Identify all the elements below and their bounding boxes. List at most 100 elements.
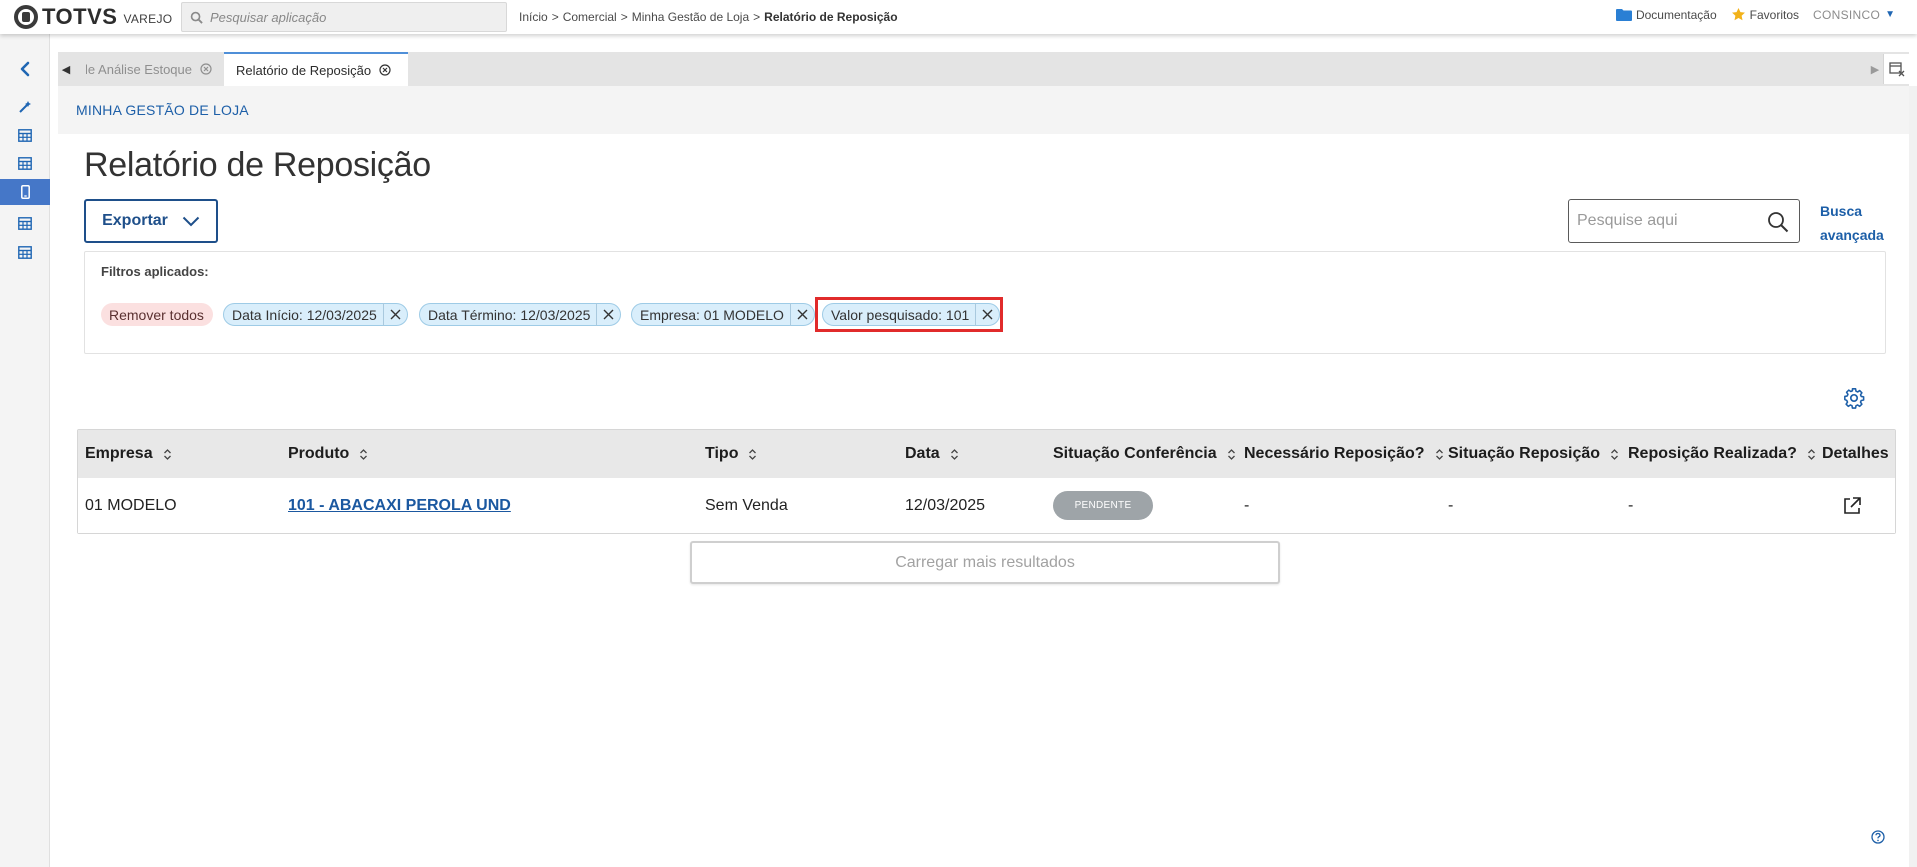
table-settings-button[interactable] bbox=[1843, 387, 1865, 414]
filter-chip-label: Data Início: 12/03/2025 bbox=[232, 306, 377, 323]
folder-icon bbox=[1615, 9, 1632, 21]
breadcrumb-separator: > bbox=[551, 10, 559, 24]
sidebar-item-table-3[interactable] bbox=[0, 210, 50, 236]
filter-chip-label: Empresa: 01 MODELO bbox=[640, 306, 784, 323]
tab-close-icon[interactable] bbox=[200, 63, 212, 75]
app-search[interactable] bbox=[181, 2, 507, 32]
status-badge: PENDENTE bbox=[1053, 491, 1153, 520]
left-sidebar bbox=[0, 34, 50, 867]
close-icon[interactable] bbox=[382, 303, 407, 326]
sidebar-item-mobile[interactable] bbox=[0, 179, 50, 205]
search-icon[interactable] bbox=[1767, 211, 1789, 238]
product-link[interactable]: 101 - ABACAXI PEROLA UND bbox=[288, 497, 511, 515]
cell-situacao-conferencia: PENDENTE bbox=[1053, 478, 1153, 533]
filters-label: Filtros aplicados: bbox=[101, 264, 209, 279]
collapse-sidebar-button[interactable] bbox=[0, 56, 50, 82]
totvs-logo[interactable]: TOTVS VAREJO bbox=[14, 4, 173, 29]
chevron-left-icon bbox=[20, 61, 30, 77]
favorites-link[interactable]: Favoritos bbox=[1731, 7, 1799, 22]
column-header-label: Tipo bbox=[705, 445, 739, 462]
table-icon bbox=[18, 245, 32, 259]
table-icon bbox=[18, 216, 32, 230]
column-header-label: Empresa bbox=[85, 445, 153, 462]
column-header-produto[interactable]: Produto bbox=[288, 430, 368, 478]
cell-situacao-reposicao: - bbox=[1448, 496, 1454, 514]
chevron-down-icon bbox=[182, 216, 200, 226]
load-more-button[interactable]: Carregar mais resultados bbox=[690, 541, 1280, 584]
column-header-label: Necessário Reposição? bbox=[1244, 445, 1425, 462]
table-icon bbox=[18, 128, 32, 142]
details-button[interactable] bbox=[1842, 478, 1862, 533]
column-header-necessario-reposicao[interactable]: Necessário Reposição? bbox=[1244, 430, 1444, 478]
documentation-label: Documentação bbox=[1635, 7, 1717, 22]
totvs-logo-icon bbox=[14, 5, 38, 29]
user-name: CONSINCO bbox=[1813, 7, 1881, 22]
sidebar-item-table-1[interactable] bbox=[0, 122, 50, 148]
section-header-label: MINHA GESTÃO DE LOJA bbox=[76, 102, 249, 118]
content-area: MINHA GESTÃO DE LOJA Relatório de Reposi… bbox=[58, 86, 1909, 867]
tabs-scroll-right-button[interactable]: ▶ bbox=[1867, 52, 1883, 86]
help-button[interactable] bbox=[1871, 830, 1885, 849]
table-row: 01 MODELO 101 - ABACAXI PEROLA UND Sem V… bbox=[78, 478, 1895, 533]
sidebar-item-table-2[interactable] bbox=[0, 150, 50, 176]
remove-all-filters-chip[interactable]: Remover todos bbox=[101, 303, 213, 326]
search-input[interactable] bbox=[1577, 212, 1757, 230]
table-header: Empresa Produto Tipo Data Situação Confe… bbox=[78, 430, 1895, 478]
sidebar-item-table-4[interactable] bbox=[0, 239, 50, 265]
breadcrumb-current: Relatório de Reposição bbox=[764, 10, 898, 24]
column-header-label: Situação Conferência bbox=[1053, 445, 1217, 462]
filter-chip-label: Data Término: 12/03/2025 bbox=[428, 306, 591, 323]
cell-produto: 101 - ABACAXI PEROLA UND bbox=[288, 478, 511, 533]
export-dropdown-button[interactable]: Exportar bbox=[84, 199, 218, 243]
brand-name: TOTVS bbox=[42, 4, 118, 29]
close-icon[interactable] bbox=[596, 303, 620, 326]
cell-tipo: Sem Venda bbox=[705, 496, 788, 514]
column-header-label: Reposição Realizada? bbox=[1628, 445, 1797, 462]
table-icon bbox=[18, 156, 32, 170]
breadcrumb-item-comercial[interactable]: Comercial bbox=[563, 10, 617, 24]
column-header-tipo[interactable]: Tipo bbox=[705, 430, 757, 478]
search-box[interactable] bbox=[1568, 199, 1800, 243]
sidebar-item-tools[interactable] bbox=[0, 94, 50, 120]
star-icon bbox=[1731, 7, 1745, 21]
close-icon[interactable] bbox=[789, 303, 814, 326]
sort-icon bbox=[359, 448, 368, 461]
vertical-scrollbar[interactable] bbox=[1909, 86, 1917, 867]
highlight-box bbox=[815, 297, 1003, 332]
tabs-menu-button[interactable] bbox=[1883, 54, 1909, 84]
brand-sub: VAREJO bbox=[123, 11, 173, 26]
top-bar: TOTVS VAREJO Início>Comercial>Minha Gest… bbox=[0, 0, 1917, 34]
advanced-search-link[interactable]: Busca avançada bbox=[1820, 199, 1900, 247]
column-header-reposicao-realizada[interactable]: Reposição Realizada? bbox=[1628, 430, 1816, 478]
tab-analise-estoque[interactable]: Ordem de Análise Estoque bbox=[74, 52, 224, 86]
column-header-situacao-conferencia[interactable]: Situação Conferência bbox=[1053, 430, 1236, 478]
search-icon bbox=[182, 11, 210, 24]
top-right-menu: Documentação Favoritos CONSINCO ▼ bbox=[1602, 7, 1895, 22]
load-more-label: Carregar mais resultados bbox=[895, 553, 1075, 571]
sort-icon bbox=[748, 448, 757, 461]
advanced-search-line1: Busca bbox=[1820, 203, 1863, 219]
breadcrumb-item-inicio[interactable]: Início bbox=[519, 10, 548, 24]
tabs-scroll-left-button[interactable]: ◀ bbox=[58, 52, 74, 86]
column-header-empresa[interactable]: Empresa bbox=[85, 430, 172, 478]
breadcrumb-separator: > bbox=[620, 10, 628, 24]
page-title: Relatório de Reposição bbox=[84, 146, 431, 184]
magic-wand-icon bbox=[19, 101, 31, 113]
column-header-data[interactable]: Data bbox=[905, 430, 959, 478]
tab-relatorio-reposicao[interactable]: Relatório de Reposição bbox=[224, 52, 408, 86]
breadcrumb-separator: > bbox=[753, 10, 761, 24]
column-header-label: Produto bbox=[288, 445, 350, 462]
app-search-input[interactable] bbox=[210, 9, 490, 25]
tab-close-icon[interactable] bbox=[379, 64, 391, 76]
breadcrumb-item-minha-gestao[interactable]: Minha Gestão de Loja bbox=[632, 10, 749, 24]
documentation-link[interactable]: Documentação bbox=[1615, 7, 1717, 22]
user-menu[interactable]: CONSINCO ▼ bbox=[1813, 8, 1895, 22]
filter-chip-empresa: Empresa: 01 MODELO bbox=[631, 303, 815, 326]
column-header-detalhes: Detalhes bbox=[1822, 430, 1889, 478]
column-header-label: Situação Reposição bbox=[1448, 445, 1601, 462]
sort-icon bbox=[1610, 448, 1619, 461]
cell-necessario-reposicao: - bbox=[1244, 496, 1250, 514]
cell-empresa: 01 MODELO bbox=[85, 496, 177, 514]
caret-down-icon: ▼ bbox=[1885, 9, 1895, 20]
column-header-situacao-reposicao[interactable]: Situação Reposição bbox=[1448, 430, 1619, 478]
